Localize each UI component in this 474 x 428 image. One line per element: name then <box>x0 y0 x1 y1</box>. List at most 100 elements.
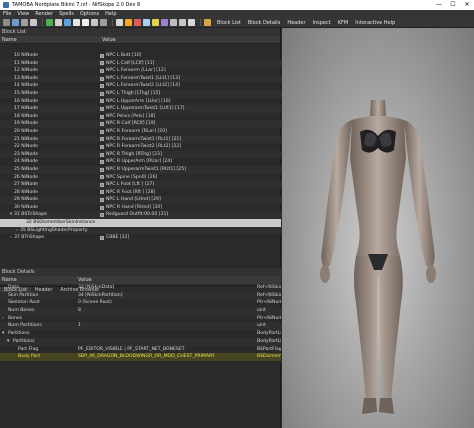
character-model <box>320 100 436 414</box>
menu-spells[interactable]: Spells <box>59 11 74 17</box>
menu-file[interactable]: File <box>3 11 11 17</box>
detail-row[interactable]: ▾Partitions BodyPartList <box>0 330 281 338</box>
node-icon <box>100 68 104 73</box>
details-column-value[interactable]: Value <box>78 276 257 284</box>
block-row[interactable]: ▾ 31 BSTriShape Redguard Outfit:00.00 [31] <box>0 211 281 220</box>
block-name-cell: 16 NiNode <box>0 98 100 106</box>
block-row[interactable]: 19 NiNode NPC R Calf [RClf] [19] <box>0 120 281 128</box>
detail-name: Skeleton Root <box>8 300 40 306</box>
detail-value[interactable]: 8 <box>78 307 257 315</box>
detail-row[interactable]: ▾Partitions BodyPartList <box>0 337 281 346</box>
block-row[interactable]: 24 NiNode NPC R UpperArm [RUar] [24] <box>0 158 281 166</box>
menu-help[interactable]: Help <box>105 11 116 17</box>
close-button[interactable]: ✕ <box>460 0 474 10</box>
block-row[interactable]: › 37 BTriShape CBBE [32] <box>0 234 281 242</box>
block-row[interactable]: 10 NiNode NPC L Butt [10] <box>0 52 281 60</box>
menu-options[interactable]: Options <box>80 11 99 17</box>
view-front-icon[interactable] <box>55 19 62 26</box>
block-name-cell: 26 NiNode <box>0 174 100 182</box>
specular-icon[interactable] <box>152 19 159 26</box>
detail-row[interactable]: Data 33 [NiSkinData]Ref<NiSkinDat <box>0 284 281 292</box>
block-value: NPC R UpperarmTwist1 [RUt1] [25] <box>106 166 186 172</box>
block-row[interactable]: › 35 BSLightingShaderProperty <box>0 226 281 235</box>
perspective-icon[interactable] <box>91 19 98 26</box>
block-row[interactable]: 29 NiNode NPC L Hand [LHnd] [29] <box>0 196 281 204</box>
details-column-type[interactable] <box>257 276 281 284</box>
toolbar-block-list[interactable]: Block List <box>217 20 241 26</box>
detail-value[interactable] <box>78 315 257 323</box>
detail-value[interactable] <box>78 330 257 338</box>
detail-row[interactable]: Num Partitions 1 uint <box>0 322 281 331</box>
cubemap-icon[interactable] <box>179 19 186 26</box>
detail-row[interactable]: Num Bones 8 uint <box>0 307 281 315</box>
textures-icon[interactable] <box>125 19 132 26</box>
block-name-cell: 17 NiNode <box>0 105 100 113</box>
detail-value[interactable]: 33 [NiSkinData] <box>78 284 257 292</box>
view-user-icon[interactable] <box>73 19 80 26</box>
menu-render[interactable]: Render <box>35 11 53 17</box>
view-top-icon[interactable] <box>46 19 53 26</box>
block-name-cell: 11 NiNode <box>0 60 100 68</box>
toolbar-inspect[interactable]: Inspect <box>313 20 331 26</box>
normals-icon[interactable] <box>143 19 150 26</box>
view-side-icon[interactable] <box>64 19 71 26</box>
block-row[interactable]: 23 NiNode NPC R Thigh [RThg] [23] <box>0 150 281 159</box>
menu-view[interactable]: View <box>17 11 29 17</box>
block-row[interactable]: 30 NiNode NPC R Hand [RHnd] [30] <box>0 204 281 212</box>
detail-row[interactable]: Part Flag PF_EDITOR_VISIBLE | PF_START_NE… <box>0 346 281 354</box>
detail-row[interactable]: Skeleton Root 0 (Scene Root)Ptr<NiNode> <box>0 299 281 307</box>
toolbar-header[interactable]: Header <box>287 20 305 26</box>
block-row[interactable]: 27 NiNode NPC L Foot [Lft ] [27] <box>0 181 281 189</box>
detail-value[interactable]: PF_EDITOR_VISIBLE | PF_START_NET_BONESET <box>78 346 257 354</box>
toolbar-kfm[interactable]: KFM <box>338 20 348 26</box>
glow-icon[interactable] <box>161 19 168 26</box>
detail-row[interactable]: ›Bones Ptr<NiNode> <box>0 315 281 323</box>
render-viewport[interactable] <box>282 28 474 428</box>
maximize-button[interactable]: ☐ <box>446 0 460 10</box>
flip-view-icon[interactable] <box>82 19 89 26</box>
details-column-name[interactable]: Name <box>0 276 78 284</box>
walk-mode-icon[interactable] <box>100 19 107 26</box>
window-icon[interactable] <box>30 19 37 26</box>
detail-value[interactable]: 34 [NiSkinPartition] <box>78 292 257 300</box>
detail-value[interactable] <box>78 338 257 346</box>
save-icon[interactable] <box>12 19 19 26</box>
toolbar-interactive-help[interactable]: Interactive Help <box>355 20 395 26</box>
block-list-header: Name Value <box>0 36 280 44</box>
vertex-colors-icon[interactable] <box>134 19 141 26</box>
block-name: 25 NiNode <box>14 166 39 172</box>
screenshot-icon[interactable] <box>204 19 211 26</box>
column-name[interactable]: Name <box>0 36 100 43</box>
block-row[interactable]: 15 NiNode NPC L Thigh [LThg] [15] <box>0 89 281 98</box>
detail-type: Ref<NiSkinDat <box>257 285 281 290</box>
block-row[interactable]: 16 NiNode NPC L UpperArm [LUar] [16] <box>0 98 281 106</box>
minimize-button[interactable]: — <box>432 0 446 10</box>
detail-row[interactable]: Body Part SBP_46_DRAGON_BLOODWINGR_OR_MOD… <box>0 353 281 361</box>
block-row[interactable]: 21 NiNode NPC R ForearmTwist1 [RLt1] [21] <box>0 135 281 144</box>
detail-value[interactable]: 0 (Scene Root) <box>78 299 257 307</box>
block-row[interactable]: 14 NiNode NPC L ForearmTwist2 [LLt2] [14] <box>0 82 281 90</box>
lighting-icon[interactable] <box>116 19 123 26</box>
detail-row[interactable]: Skin Partition 34 [NiSkinPartition] Ref<Ni… <box>0 291 281 300</box>
detail-name-cell: Data <box>0 284 78 292</box>
wireframe-icon[interactable] <box>170 19 177 26</box>
block-row[interactable]: 20 NiNode NPC R Forearm [RLar] [20] <box>0 128 281 136</box>
detail-value[interactable]: SBP_46_DRAGON_BLOODWINGR_OR_MOD_CHEST_PR… <box>78 353 257 361</box>
block-row[interactable]: 32 BSDismemberSkinInstance <box>0 219 281 227</box>
block-row[interactable]: 25 NiNode NPC R UpperarmTwist1 [RUt1] [25… <box>0 165 281 174</box>
block-value: NPC L Forearm [LLar] [12] <box>106 68 166 74</box>
detail-value[interactable]: 1 <box>78 322 257 330</box>
block-row[interactable]: 11 NiNode NPC L Calf [LClf] [11] <box>0 59 281 68</box>
block-row[interactable]: 28 NiNode NPC R Foot [Rft ] [28] <box>0 189 281 197</box>
toolbar-block-details[interactable]: Block Details <box>248 20 280 26</box>
block-row[interactable]: 18 NiNode NPC Pelvis [Pelv] [18] <box>0 113 281 121</box>
silhouette-icon[interactable] <box>188 19 195 26</box>
reload-icon[interactable] <box>21 19 28 26</box>
block-row[interactable]: 26 NiNode NPC Spine [Spn0] [26] <box>0 174 281 182</box>
column-value[interactable]: Value <box>100 36 116 43</box>
block-row[interactable]: 13 NiNode NPC L ForearmTwist1 [LLt1] [13] <box>0 74 281 83</box>
block-row[interactable]: 12 NiNode NPC L Forearm [LLar] [12] <box>0 67 281 75</box>
block-row[interactable]: 22 NiNode NPC R ForearmTwist2 [RLt2] [22] <box>0 143 281 151</box>
load-icon[interactable] <box>3 19 10 26</box>
block-row[interactable]: 17 NiNode NPC L UpperarmTwist1 [LUt1] [17… <box>0 105 281 113</box>
